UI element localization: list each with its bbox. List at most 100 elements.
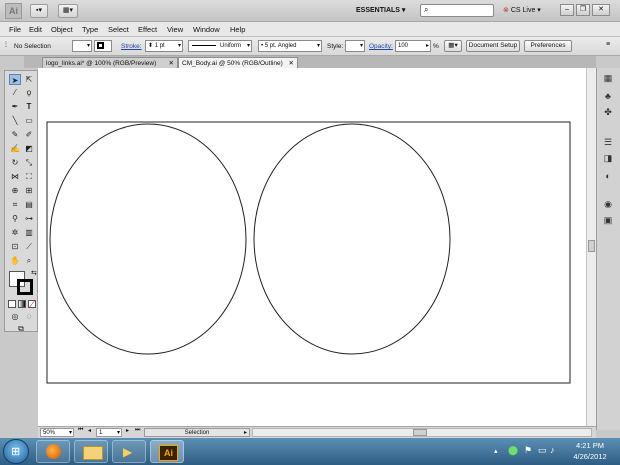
artboard-navigation-field[interactable]: 1 ▾ (96, 428, 122, 437)
right-ellipse-path[interactable] (253, 123, 451, 355)
menu-file[interactable]: File (8, 22, 22, 37)
stroke-panel-link[interactable]: Stroke: (121, 41, 142, 52)
swap-fill-stroke-icon[interactable]: ⇆ (31, 269, 37, 277)
variable-width-profile[interactable]: Uniform ▾ (188, 40, 252, 52)
fill-color-swatch[interactable]: ▾ (72, 40, 92, 52)
action-center-icon[interactable]: ⚑ (524, 445, 532, 456)
menu-object[interactable]: Object (50, 22, 74, 37)
tab-logo-links[interactable]: logo_links.ai* @ 100% (RGB/Preview) ✕ (42, 57, 178, 68)
lasso-tool-icon[interactable]: ϙ (23, 87, 35, 98)
free-transform-tool-icon[interactable]: ⛶ (23, 171, 35, 182)
workspace-switcher[interactable]: ESSENTIALS ▾ (356, 4, 414, 18)
zoom-field[interactable]: 50% ▾ (40, 428, 74, 437)
hand-tool-icon[interactable]: ✋ (9, 255, 21, 266)
scroll-thumb[interactable] (588, 240, 595, 252)
recolor-artwork-button[interactable]: ▦▾ (444, 40, 462, 52)
menu-edit[interactable]: Edit (28, 22, 43, 37)
left-ellipse-path[interactable] (49, 123, 247, 355)
stroke-color-swatch[interactable] (94, 40, 112, 52)
appearance-panel-icon[interactable]: ◉ (601, 198, 615, 210)
blob-brush-tool-icon[interactable]: ✍ (9, 143, 21, 154)
menu-type[interactable]: Type (81, 22, 99, 37)
menu-effect[interactable]: Effect (137, 22, 158, 37)
draw-mode-icon[interactable]: ◎ (9, 311, 21, 322)
none-mode-icon[interactable]: ⟋ (28, 300, 36, 309)
rectangle-tool-icon[interactable]: ▭ (23, 115, 35, 126)
illustrator-taskbar-button[interactable]: Ai (150, 440, 184, 463)
opacity-field[interactable]: 100 ▸ (395, 40, 431, 52)
menu-window[interactable]: Window (192, 22, 221, 37)
media-player-taskbar-button[interactable]: ▶ (112, 440, 146, 463)
transparency-panel-icon[interactable]: ◐ (601, 170, 615, 182)
symbol-sprayer-tool-icon[interactable]: ✲ (9, 227, 21, 238)
artboard-canvas[interactable] (38, 68, 586, 426)
blend-tool-icon[interactable]: ⊶ (23, 213, 35, 224)
minimize-button[interactable]: – (560, 4, 574, 16)
slice-tool-icon[interactable]: ⟋ (23, 241, 35, 252)
close-button[interactable]: ✕ (592, 4, 610, 16)
volume-icon[interactable]: ♪ (550, 445, 555, 455)
width-tool-icon[interactable]: ⋈ (9, 171, 21, 182)
document-setup-button[interactable]: Document Setup (466, 40, 520, 52)
perspective-grid-tool-icon[interactable]: ⊞ (23, 185, 35, 196)
rotate-tool-icon[interactable]: ↻ (9, 157, 21, 168)
type-tool-icon[interactable]: T (23, 101, 35, 112)
screen-mode-icon[interactable]: ⧉ (15, 323, 27, 334)
display-tray-icon[interactable]: ▭ (538, 445, 547, 456)
brush-definition[interactable]: • 5 pt. Angled ▾ (258, 40, 322, 52)
gradient-tool-icon[interactable]: ▤ (23, 199, 35, 210)
shape-builder-tool-icon[interactable]: ⊕ (9, 185, 21, 196)
opacity-panel-link[interactable]: Opacity: (369, 41, 393, 52)
previous-artboard-icon[interactable]: ◂ (88, 427, 91, 434)
menu-help[interactable]: Help (229, 22, 246, 37)
zoom-tool-icon[interactable]: ⌕ (23, 255, 35, 266)
symbols-icon[interactable]: ♣ (601, 90, 615, 102)
eraser-tool-icon[interactable]: ◩ (23, 143, 35, 154)
line-segment-tool-icon[interactable]: ╲ (9, 115, 21, 126)
start-button[interactable]: ⊞ (3, 439, 29, 464)
show-hidden-icons[interactable]: ▴ (494, 447, 498, 455)
eyedropper-tool-icon[interactable]: ⚲ (9, 213, 21, 224)
column-graph-tool-icon[interactable]: ▥ (23, 227, 35, 238)
tab-cm-body[interactable]: CM_Body.ai @ 50% (RGB/Outline) ✕ (178, 57, 298, 68)
firefox-taskbar-button[interactable] (36, 440, 70, 463)
last-artboard-icon[interactable]: ⏭ (135, 427, 140, 434)
graphic-style-picker[interactable]: ▾ (345, 40, 365, 52)
paintbrush-tool-icon[interactable]: ✎ (9, 129, 21, 140)
stroke-panel-icon[interactable]: ☰ (601, 136, 615, 148)
brushes-icon[interactable]: ✤ (601, 106, 615, 118)
network-tray-icon[interactable]: ⬤ (508, 445, 518, 456)
color-mode-icon[interactable] (8, 300, 16, 308)
next-artboard-icon[interactable]: ▸ (126, 427, 129, 434)
artboard-tool-icon[interactable]: ⊡ (9, 241, 21, 252)
menu-select[interactable]: Select (107, 22, 130, 37)
first-artboard-icon[interactable]: ⏮ (78, 427, 83, 434)
restore-button[interactable]: ❐ (576, 4, 590, 16)
search-input[interactable]: ⌕ (420, 4, 494, 17)
magic-wand-tool-icon[interactable]: ⁄ (9, 87, 21, 98)
stroke-weight-field[interactable]: ⬍ 1 pt ▾ (145, 40, 183, 52)
bridge-button[interactable]: ▪▾ (30, 4, 48, 18)
vertical-scrollbar[interactable] (586, 68, 596, 426)
explorer-taskbar-button[interactable] (74, 440, 108, 463)
gradient-mode-icon[interactable] (18, 300, 26, 308)
direct-selection-tool-icon[interactable]: ⇱ (23, 74, 35, 85)
system-clock[interactable]: 4:21 PM 4/26/2012 (564, 440, 616, 463)
scale-tool-icon[interactable]: ⤡ (23, 157, 35, 168)
graphic-styles-icon[interactable]: ▣ (601, 214, 615, 226)
stroke-swatch[interactable] (17, 279, 33, 295)
panel-menu-icon[interactable]: ≡ (606, 41, 610, 48)
horizontal-scrollbar[interactable] (252, 428, 592, 437)
color-guide-icon[interactable]: ▦ (601, 72, 615, 84)
cs-live-menu[interactable]: ⊗ CS Live ▾ (503, 4, 541, 18)
gradient-panel-icon[interactable]: ◨ (601, 152, 615, 164)
pen-tool-icon[interactable]: ✒ (9, 101, 21, 112)
arrange-documents-button[interactable]: ▦▾ (58, 4, 78, 18)
pencil-tool-icon[interactable]: ✐ (23, 129, 35, 140)
menu-view[interactable]: View (166, 22, 184, 37)
scroll-thumb[interactable] (413, 429, 427, 436)
draw-behind-icon[interactable]: ◌ (23, 311, 35, 322)
selection-tool-icon[interactable]: ➤ (9, 74, 21, 85)
status-tool-display[interactable]: Selection ▸ (144, 428, 250, 437)
mesh-tool-icon[interactable]: ⌗ (9, 199, 21, 210)
